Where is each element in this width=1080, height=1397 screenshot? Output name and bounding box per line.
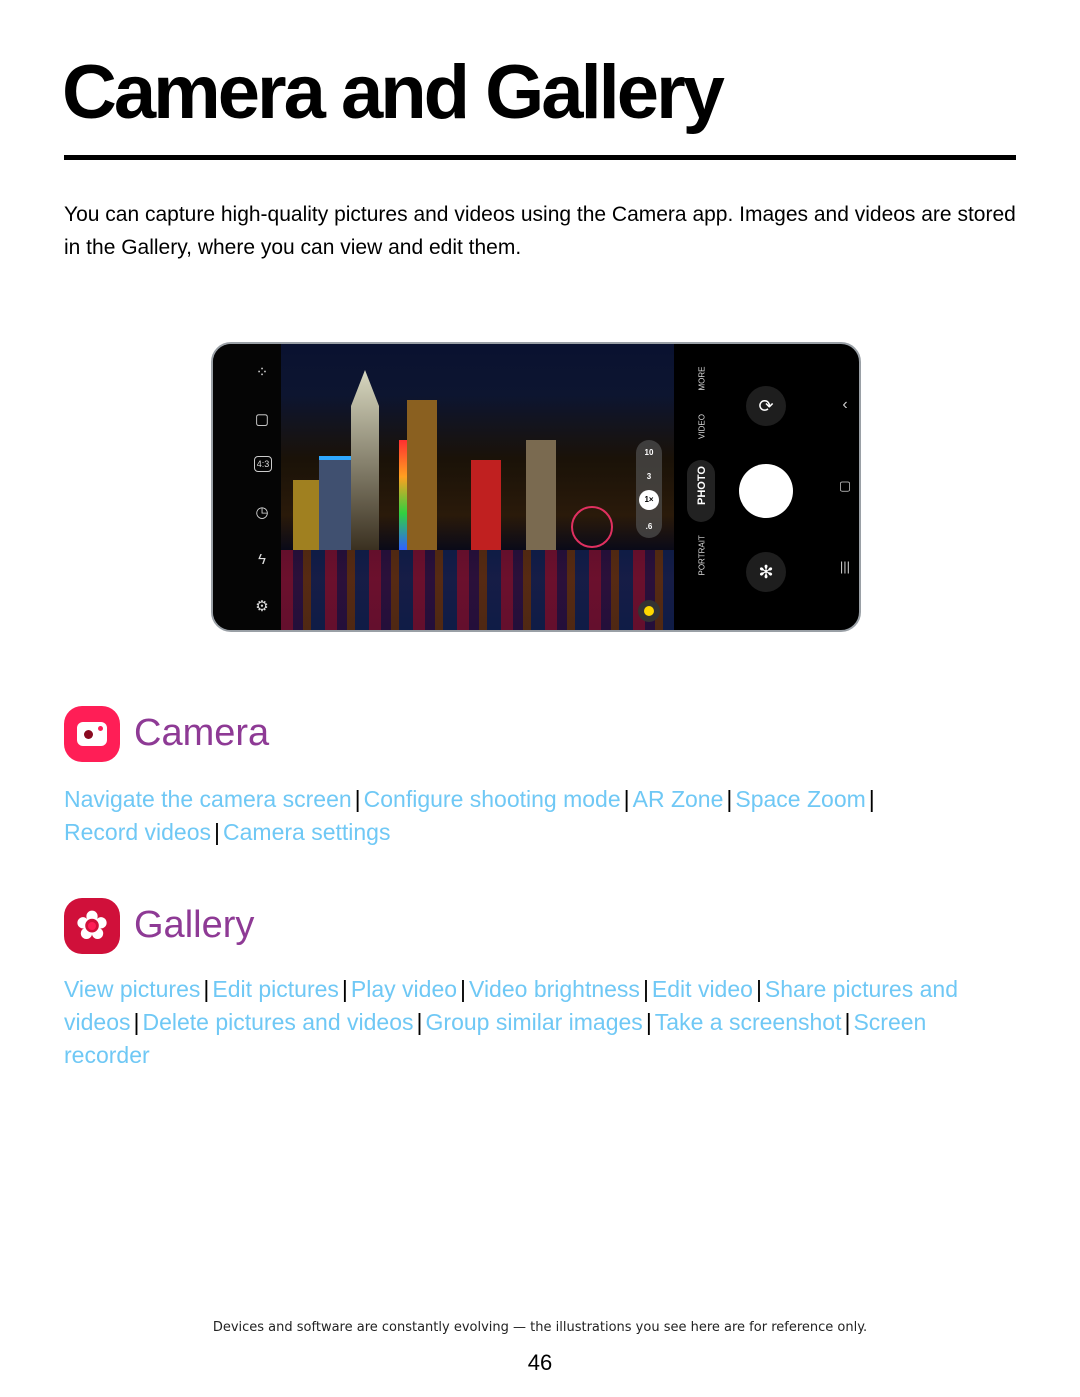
link-record-videos[interactable]: Record videos [64,819,211,845]
ferris-wheel [571,506,613,548]
page-title: Camera and Gallery [62,50,725,135]
harbor-water [281,550,674,630]
mode-portrait: PORTRAIT [697,535,707,576]
switch-camera-icon: ⟳ [746,386,786,426]
camera-mode-selector: MORE VIDEO PHOTO PORTRAIT [674,344,715,630]
gallery-links: View pictures | Edit pictures | Play video | V… [64,976,958,1068]
zoom-level-selected: 1× [639,490,659,510]
link-take-screenshot[interactable]: Take a screenshot [655,1009,842,1035]
shutter-button [739,464,793,518]
building [526,440,556,550]
mode-video: VIDEO [697,414,707,439]
bixby-vision-icon [638,600,660,622]
footer-disclaimer: Devices and software are constantly evol… [212,1320,868,1335]
back-nav-icon: ‹ [842,396,848,413]
camera-screen-illustration: ⁘ ▢ 4:3 ◷ ϟ ⚙ 10 3 1× .6 MORE VIDEO PHOT… [211,342,861,632]
home-nav-icon: ▢ [838,478,852,493]
link-camera-settings[interactable]: Camera settings [223,819,390,845]
page-number: 46 [527,1350,553,1375]
effects-icon: ⁘ [255,364,269,381]
camera-app-icon [64,706,120,762]
mode-more: MORE [697,366,707,391]
link-video-brightness[interactable]: Video brightness [469,976,640,1002]
building [351,370,379,550]
link-edit-video[interactable]: Edit video [652,976,753,1002]
building [399,440,407,550]
zoom-level: 10 [644,448,654,457]
camera-links: Navigate the camera screen | Configure sho… [64,786,875,845]
motion-photo-icon: ▢ [254,411,270,428]
link-ar-zone[interactable]: AR Zone [633,786,724,812]
link-edit-pictures[interactable]: Edit pictures [212,976,339,1002]
camera-section-title: Camera [134,712,270,754]
gallery-thumbnail-icon: ✻ [746,552,786,592]
title-divider [64,155,1016,160]
zoom-level: 3 [646,472,652,481]
camera-left-toolbar: ⁘ ▢ 4:3 ◷ ϟ ⚙ [213,344,281,630]
timer-icon: ◷ [255,504,269,521]
link-delete-pictures-videos[interactable]: Delete pictures and videos [142,1009,413,1035]
aspect-ratio-icon: 4:3 [254,456,272,472]
building [407,400,437,550]
link-navigate-camera-screen[interactable]: Navigate the camera screen [64,786,352,812]
recents-nav-icon: ||| [839,559,851,574]
intro-paragraph: You can capture high-quality pictures an… [64,203,1016,259]
building [319,456,351,550]
link-group-similar-images[interactable]: Group similar images [426,1009,643,1035]
gallery-section-title: Gallery [134,904,255,946]
zoom-selector: 10 3 1× .6 [636,440,662,538]
settings-icon: ⚙ [255,598,269,615]
mode-photo: PHOTO [696,466,708,505]
link-play-video[interactable]: Play video [351,976,457,1002]
building [471,460,501,550]
gallery-app-icon: ✿ [64,898,120,954]
zoom-level: .6 [645,522,653,531]
link-configure-shooting-mode[interactable]: Configure shooting mode [364,786,621,812]
camera-viewfinder: 10 3 1× .6 [281,344,674,630]
link-view-pictures[interactable]: View pictures [64,976,200,1002]
flash-off-icon: ϟ [258,551,266,568]
link-space-zoom[interactable]: Space Zoom [735,786,865,812]
